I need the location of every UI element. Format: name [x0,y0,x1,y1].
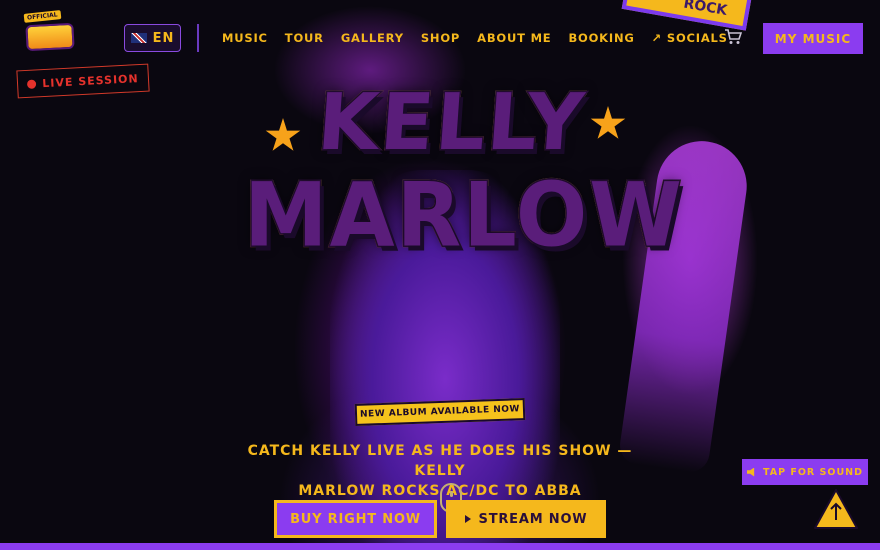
tagline-line-1: CATCH KELLY LIVE AS HE DOES HIS SHOW — K… [247,443,633,479]
play-icon [464,515,471,523]
logo-mark [25,22,75,52]
nav-item-shop[interactable]: SHOP [421,31,460,45]
language-code: EN [152,30,175,46]
main-nav: MUSIC TOUR GALLERY SHOP ABOUT ME BOOKING… [222,31,728,45]
star-icon [590,106,626,139]
tap-for-sound-button[interactable]: TAP FOR SOUND [742,459,868,485]
back-to-top-button[interactable] [813,488,859,530]
nav-item-gallery[interactable]: GALLERY [341,31,404,45]
site-logo[interactable]: OFFICIAL [22,10,78,52]
live-dot-icon [27,78,37,89]
nav-divider [197,24,199,52]
arrow-up-icon [814,489,858,529]
hero-title-first-name: Kelly [313,77,590,170]
nav-item-socials[interactable]: ↗ SOCIALS [652,31,728,45]
tap-for-sound-label: TAP FOR SOUND [762,466,864,478]
stream-now-label: STREAM NOW [478,511,588,527]
my-music-button[interactable]: MY MUSIC [763,23,863,54]
star-icon [265,118,301,151]
bottom-accent-bar [0,543,880,550]
language-switcher[interactable]: EN [124,24,181,52]
speaker-icon [746,467,755,477]
cart-icon[interactable] [724,29,743,45]
uk-flag-icon [130,33,147,43]
logo-badge: OFFICIAL [23,10,62,23]
nav-item-music[interactable]: MUSIC [222,31,268,45]
buy-now-button[interactable]: BUY RIGHT NOW [274,500,437,538]
nav-item-booking[interactable]: BOOKING [568,31,634,45]
stream-now-button[interactable]: STREAM NOW [446,500,606,538]
hero-title-last-name: Marlow [243,162,684,268]
nav-item-about-me[interactable]: ABOUT ME [477,31,551,45]
nav-item-tour[interactable]: TOUR [285,31,324,45]
live-session-label: LIVE SESSION [42,71,139,90]
hero-title-logo: Kelly Marlow [230,77,684,278]
